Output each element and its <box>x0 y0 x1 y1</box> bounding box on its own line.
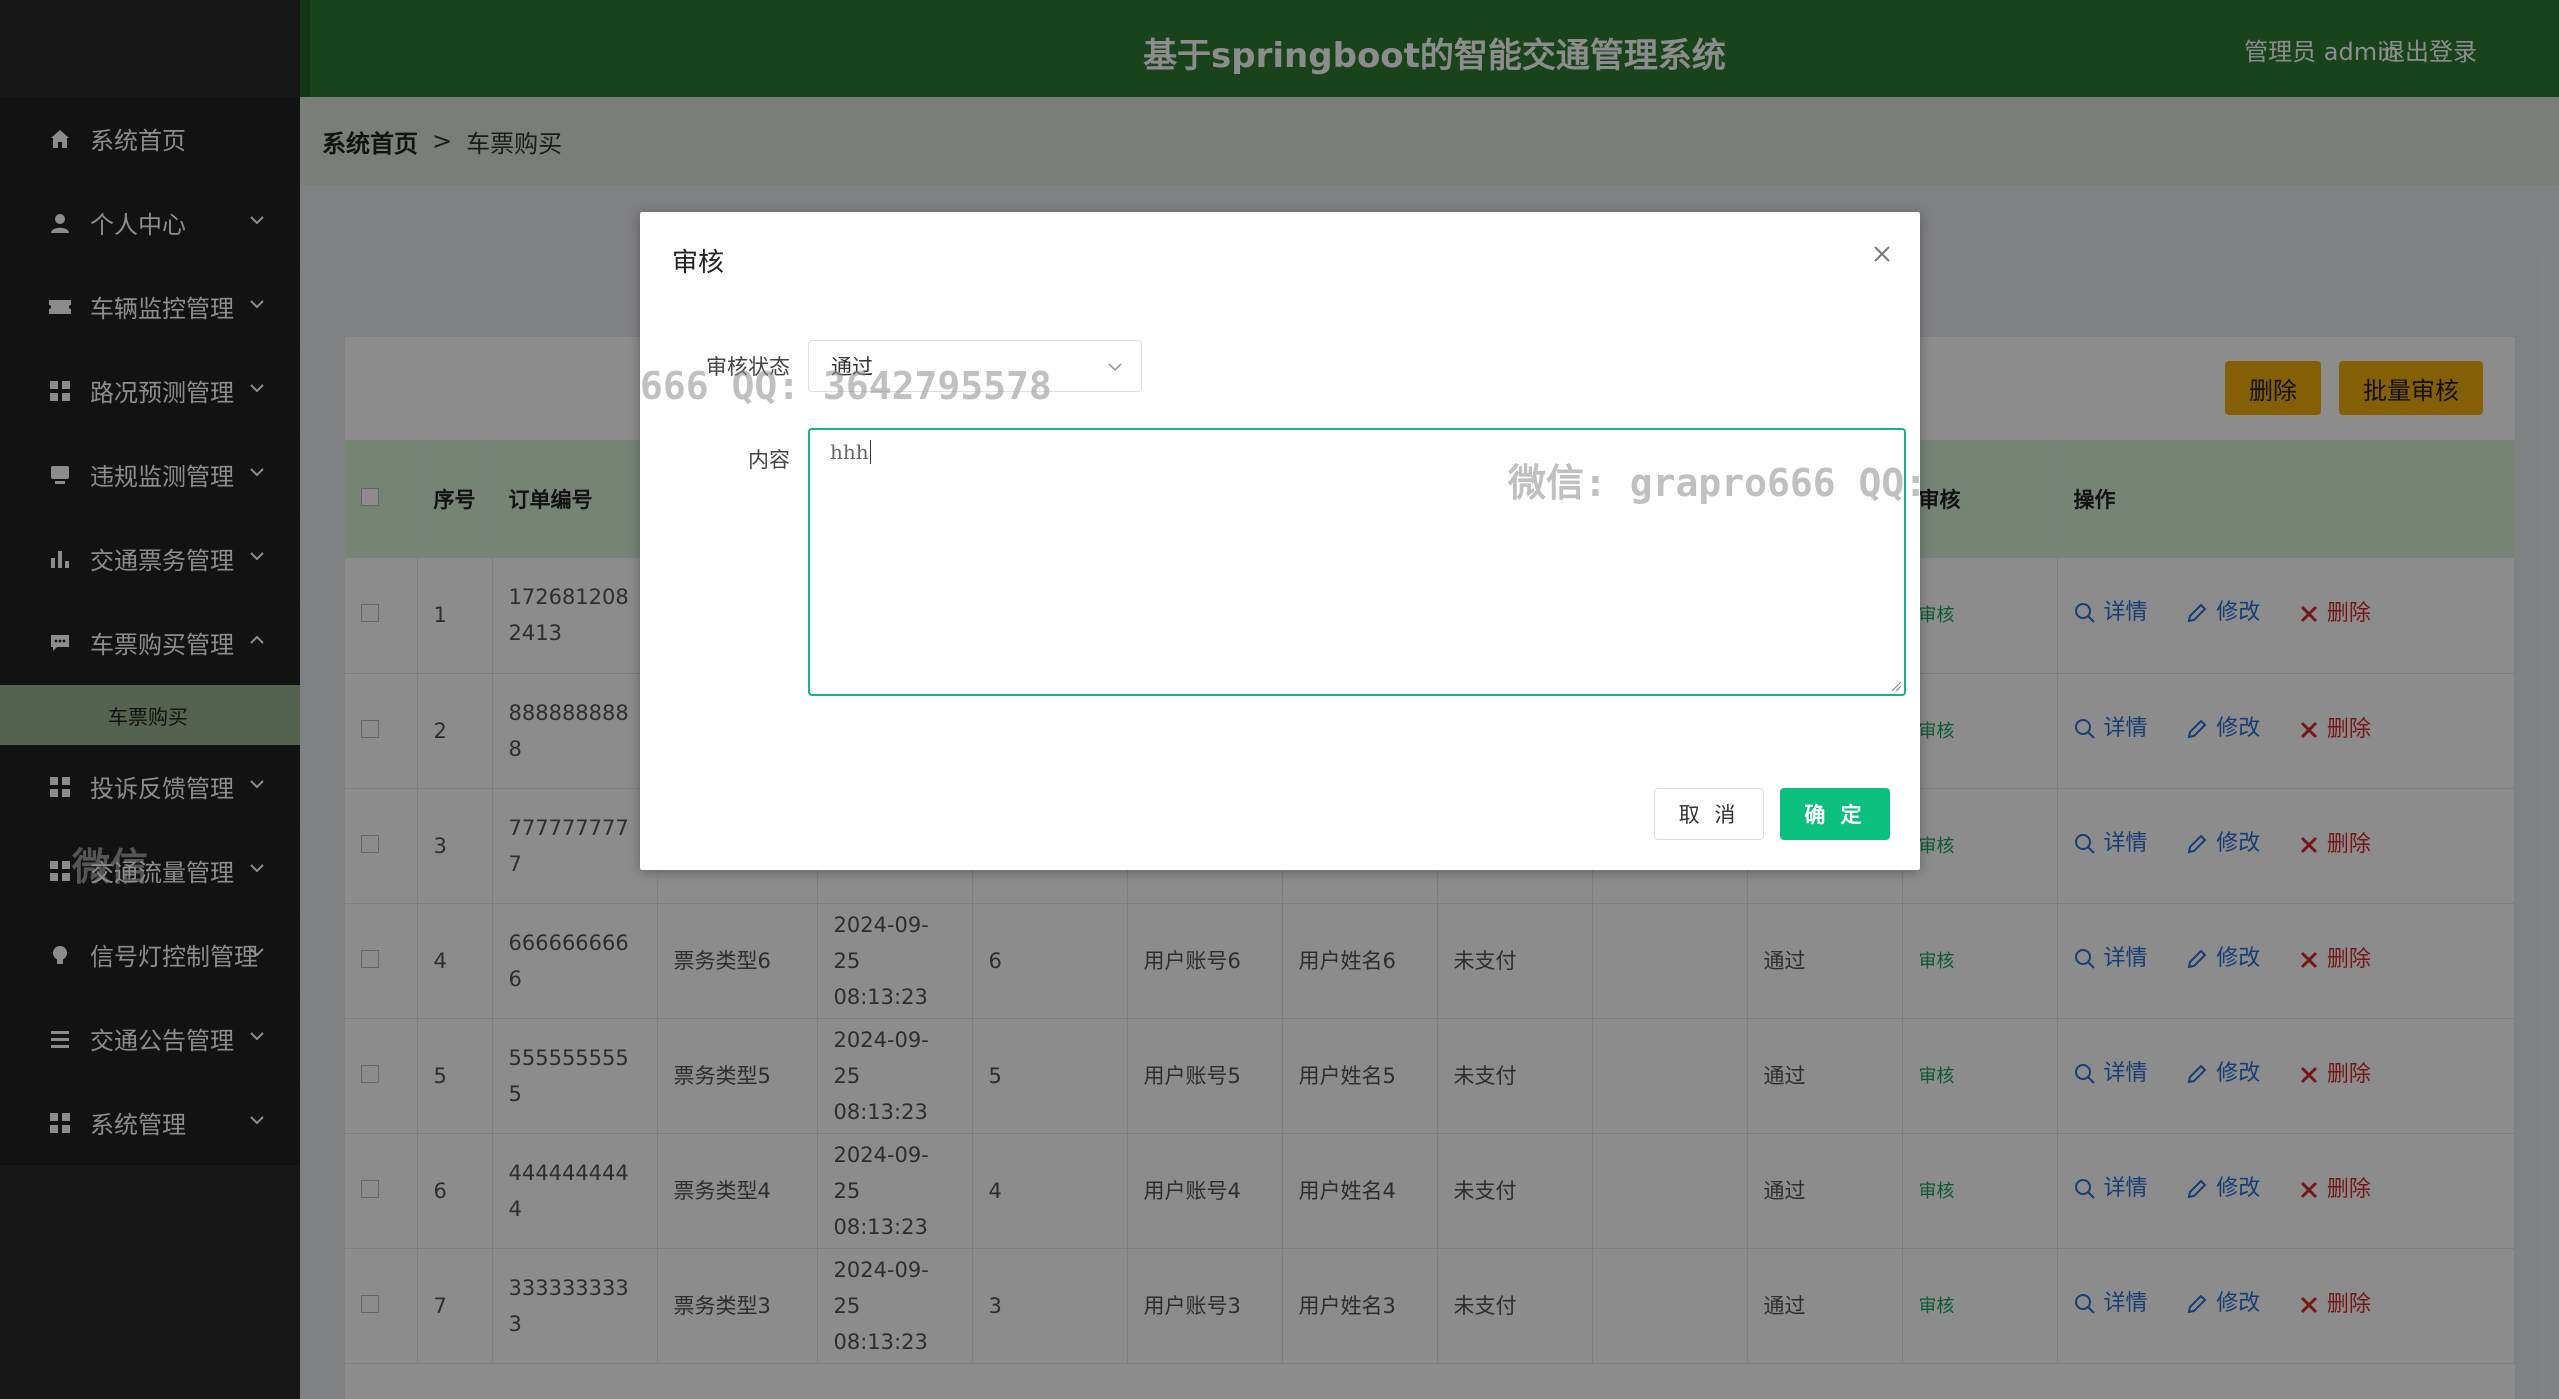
cancel-button[interactable]: 取 消 <box>1654 788 1764 840</box>
chevron-down-icon <box>1108 363 1122 372</box>
content-label: 内容 <box>748 448 790 472</box>
confirm-button[interactable]: 确 定 <box>1780 788 1890 840</box>
audit-dialog: 审核 审核状态 通过 内容 hhh 取 消 确 定 <box>640 212 1920 870</box>
watermark: 微信: grapro666 QQ: <box>1508 461 1928 505</box>
close-icon[interactable] <box>1870 242 1894 266</box>
content-textarea-value: hhh <box>830 440 869 464</box>
watermark: 666 QQ: 3642795578 <box>640 364 1052 408</box>
watermark: 微信 <box>72 845 149 889</box>
resize-grip-icon[interactable] <box>1888 678 1902 692</box>
dialog-title: 审核 <box>672 248 725 278</box>
